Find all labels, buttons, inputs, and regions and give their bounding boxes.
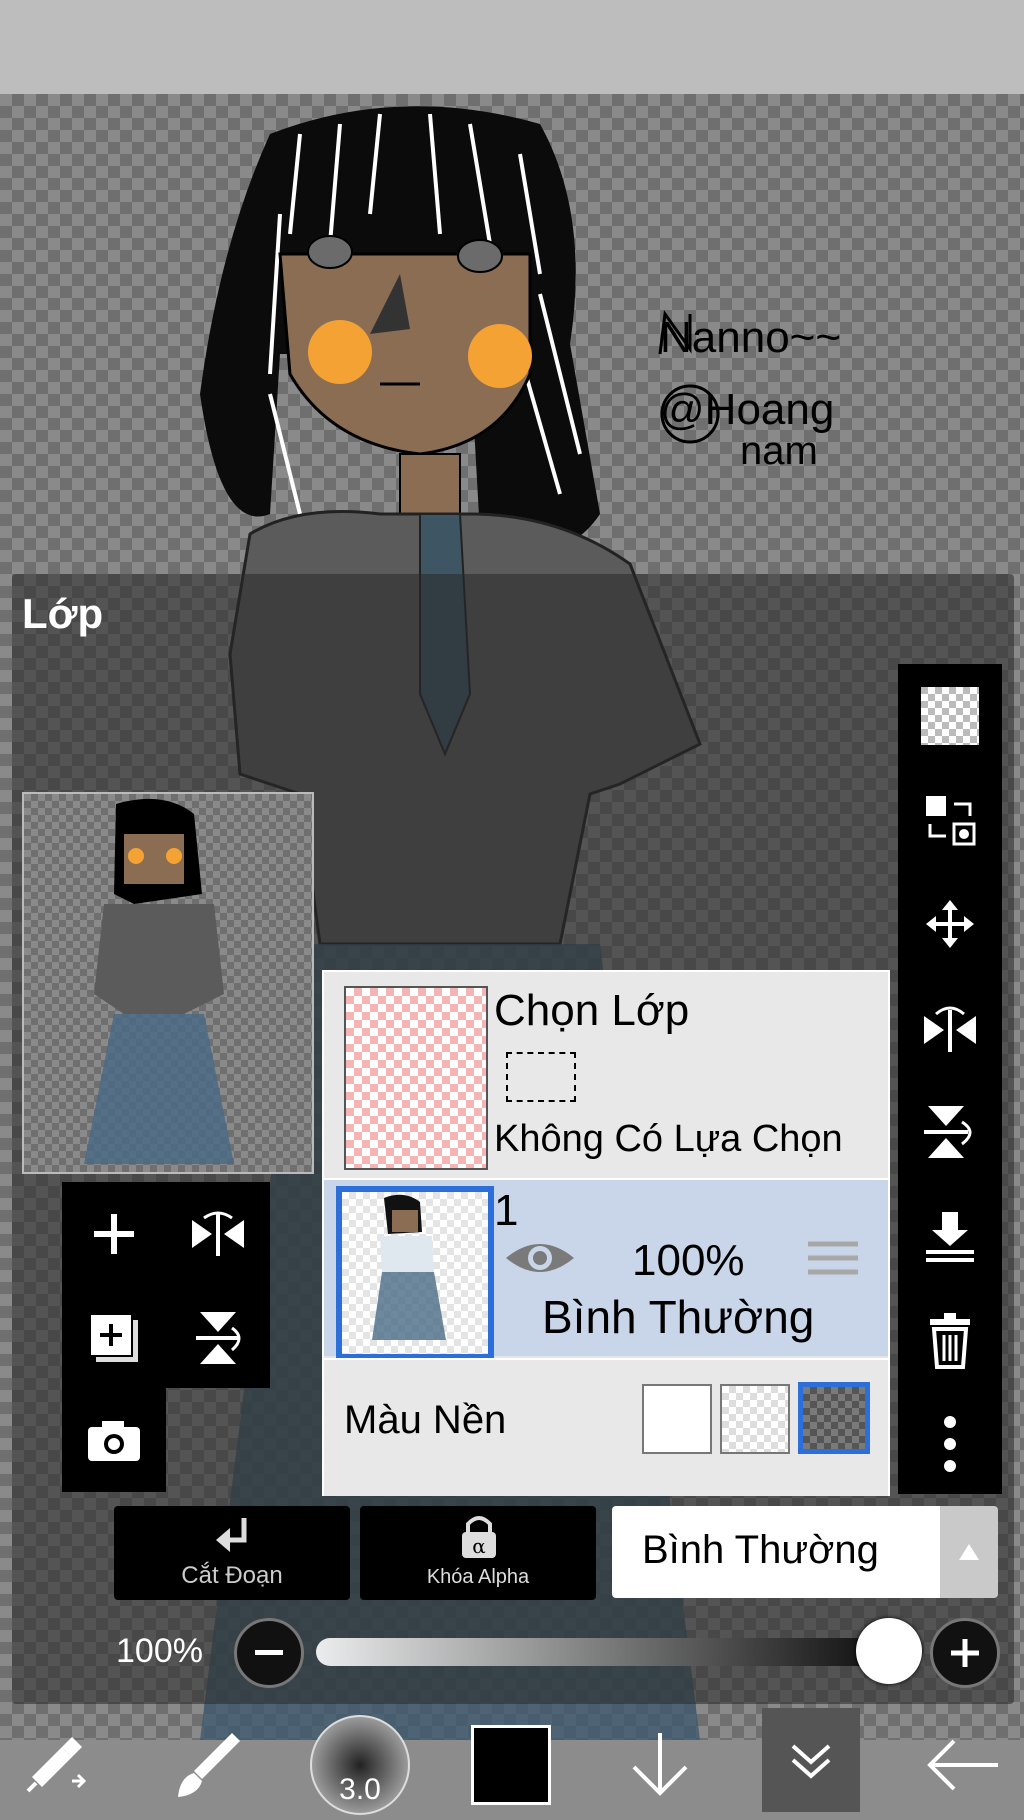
minus-icon	[255, 1650, 283, 1655]
arrow-left-icon	[927, 1739, 998, 1791]
move-button[interactable]	[898, 872, 1002, 976]
opacity-slider-track[interactable]	[316, 1638, 918, 1666]
transform-tool-button[interactable]	[18, 1710, 98, 1820]
plus-icon	[94, 1214, 134, 1254]
panel-title: Lớp	[22, 590, 104, 637]
blend-mode-select[interactable]: Bình Thường	[612, 1506, 946, 1598]
add-layer-button[interactable]	[62, 1182, 166, 1286]
more-vertical-icon	[944, 1416, 956, 1472]
duplicate-icon	[89, 1313, 138, 1362]
brush-preview: 3.0	[310, 1715, 410, 1815]
selection-status: Không Có Lựa Chọn	[494, 1118, 843, 1160]
move-icon	[926, 900, 974, 948]
selection-layer-name: Chọn Lớp	[494, 986, 690, 1035]
swap-icon	[926, 796, 976, 846]
clipping-button[interactable]: Cắt Đoạn	[114, 1506, 350, 1600]
layer-blend-mode: Bình Thường	[542, 1291, 815, 1343]
right-tools	[898, 664, 1002, 1494]
visibility-toggle[interactable]	[504, 1236, 576, 1285]
merge-down-button[interactable]	[898, 1184, 1002, 1288]
layers-button[interactable]	[762, 1708, 860, 1812]
layer-row[interactable]: 1 100% Bình Thường	[324, 1180, 888, 1360]
layer-thumbnail	[336, 1186, 494, 1360]
blend-mode-dropdown-button[interactable]	[940, 1506, 998, 1598]
signature-line-3: nam	[740, 429, 818, 473]
back-button[interactable]	[920, 1710, 1004, 1820]
more-options-button[interactable]	[898, 1392, 1002, 1496]
flip-vertical-icon	[924, 1106, 972, 1158]
merge-down-icon	[926, 1212, 974, 1262]
arrow-down-button[interactable]	[620, 1710, 700, 1820]
delete-layer-button[interactable]	[898, 1288, 1002, 1392]
brush-size-value: 3.0	[339, 1773, 381, 1806]
drag-handle-icon	[808, 1241, 858, 1275]
color-swatch	[471, 1725, 551, 1805]
selection-layer-thumbnail	[344, 986, 488, 1170]
arrow-down-icon	[632, 1733, 688, 1796]
opacity-label: 100%	[116, 1632, 203, 1670]
camera-button[interactable]	[62, 1388, 166, 1492]
canvas-preview[interactable]	[22, 792, 314, 1174]
trash-icon	[930, 1313, 970, 1369]
preview-art	[84, 798, 234, 1164]
clipping-arrow-icon	[216, 1518, 247, 1552]
layer-list: Chọn Lớp Không Có Lựa Chọn 1 100% Bình T…	[322, 970, 890, 1496]
flip-layer-vertical-button[interactable]	[898, 1080, 1002, 1184]
selection-layer-row[interactable]: Chọn Lớp Không Có Lựa Chọn	[324, 972, 888, 1180]
camera-icon	[88, 1421, 140, 1461]
top-bar	[0, 0, 1024, 94]
checkerboard-icon	[921, 687, 979, 745]
opacity-slider-knob[interactable]	[856, 1618, 922, 1684]
flip-horizontal-icon	[192, 1211, 244, 1256]
flip-horizontal-button[interactable]	[166, 1182, 270, 1286]
layer-thumbnail-art	[372, 1194, 446, 1340]
triangle-up-icon	[959, 1544, 979, 1560]
transparent-fill-button[interactable]	[898, 664, 1002, 768]
clipping-label: Cắt Đoạn	[181, 1562, 283, 1589]
left-tools-2	[62, 1388, 166, 1492]
flip-layer-horizontal-button[interactable]	[898, 976, 1002, 1080]
flip-horizontal-icon	[924, 1006, 976, 1052]
flip-vertical-icon	[196, 1312, 241, 1364]
left-tools	[62, 1182, 270, 1388]
svg-text:α: α	[472, 1534, 486, 1558]
background-color-row: Màu Nền	[324, 1358, 888, 1496]
opacity-increase-button[interactable]	[930, 1618, 1000, 1688]
transform-icon	[26, 1737, 87, 1793]
swap-layers-button[interactable]	[898, 768, 1002, 872]
layer-name: 1	[494, 1186, 519, 1235]
flip-vertical-button[interactable]	[166, 1286, 270, 1390]
opacity-decrease-button[interactable]	[234, 1618, 304, 1688]
background-white-swatch[interactable]	[642, 1384, 712, 1454]
drag-handle[interactable]	[808, 1238, 858, 1278]
eye-icon	[506, 1244, 574, 1272]
signature-line-2: @Hoang	[660, 385, 834, 434]
brush-icon	[178, 1733, 240, 1797]
plus-icon	[951, 1639, 979, 1667]
brush-tool-button[interactable]	[168, 1710, 248, 1820]
duplicate-layer-button[interactable]	[62, 1286, 166, 1390]
background-label: Màu Nền	[344, 1398, 507, 1442]
layer-opacity: 100%	[632, 1236, 745, 1285]
chevron-double-down-icon	[791, 1744, 831, 1779]
alpha-lock-button[interactable]: α Khóa Alpha	[360, 1506, 596, 1600]
color-button[interactable]	[470, 1710, 552, 1820]
background-transparent-light-swatch[interactable]	[720, 1384, 790, 1454]
blend-mode-value: Bình Thường	[642, 1528, 879, 1572]
background-transparent-dark-swatch[interactable]	[798, 1382, 870, 1454]
signature-line-1: Nanno~~	[660, 313, 841, 362]
alpha-lock-icon: α	[462, 1516, 496, 1558]
selection-marquee-icon	[506, 1052, 576, 1102]
alpha-lock-label: Khóa Alpha	[426, 1566, 530, 1588]
brush-size-button[interactable]: 3.0	[310, 1710, 410, 1820]
